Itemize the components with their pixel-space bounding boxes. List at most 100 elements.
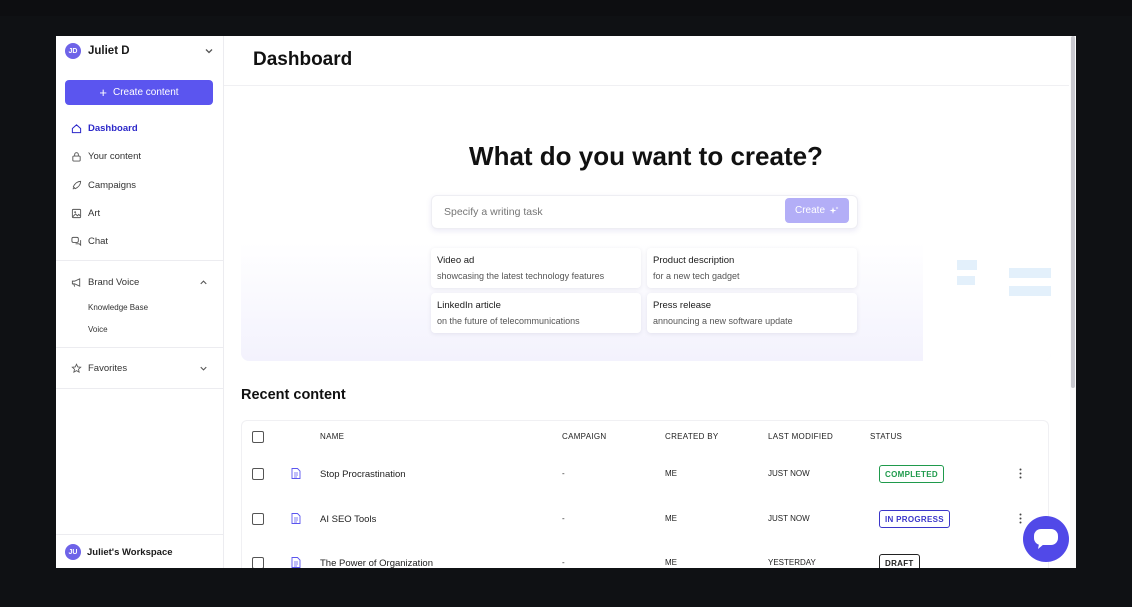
window-frame-top [0, 0, 1132, 16]
more-options-icon[interactable] [1019, 513, 1022, 524]
recent-content-title: Recent content [241, 387, 346, 403]
user-menu[interactable]: JD Juliet D [65, 42, 215, 60]
create-button-label: Create [794, 205, 825, 216]
row-campaign: - [562, 558, 565, 567]
sidebar-item-label: Campaigns [88, 179, 137, 191]
image-icon [71, 208, 82, 218]
suggestion-desc: for a new tech gadget [653, 271, 740, 281]
sidebar-item-label: Dashboard [88, 122, 138, 134]
illustration-block [957, 276, 975, 285]
sidebar-item-art[interactable]: Art [71, 206, 211, 220]
column-header[interactable]: CREATED BY [665, 432, 719, 441]
writing-task-input[interactable] [444, 206, 764, 218]
sidebar-item-campaigns[interactable]: Campaigns [71, 178, 211, 192]
create-content-label: Create content [112, 87, 179, 98]
sidebar-item-favorites[interactable]: Favorites [71, 361, 211, 375]
page-title: Dashboard [253, 49, 353, 70]
user-name: Juliet D [88, 45, 130, 57]
sidebar-item-chat[interactable]: Chat [71, 234, 211, 248]
row-created-by: ME [665, 558, 677, 567]
suggestion-desc: announcing a new software update [653, 316, 793, 326]
row-last-modified: JUST NOW [768, 514, 810, 523]
row-created-by: ME [665, 469, 677, 478]
prompt-box: Create [431, 195, 858, 229]
user-avatar: JD [65, 43, 81, 59]
recent-content-table: NAME CAMPAIGN CREATED BY LAST MODIFIED S… [241, 420, 1049, 568]
lock-icon [72, 151, 81, 162]
row-checkbox[interactable] [252, 557, 264, 568]
row-created-by: ME [665, 514, 677, 523]
divider [224, 85, 1069, 86]
illustration-block [957, 260, 977, 270]
workspace-avatar: JU [65, 544, 81, 560]
main-content: Dashboard What do you want to create? Cr… [224, 36, 1076, 568]
sidebar-item-label: Favorites [88, 362, 128, 374]
chat-bubble-icon [1034, 529, 1058, 549]
sidebar-item-your-content[interactable]: Your content [71, 149, 211, 163]
row-campaign: - [562, 469, 565, 478]
status-badge: IN PROGRESS [879, 510, 950, 528]
row-last-modified: JUST NOW [768, 469, 810, 478]
document-icon [291, 513, 301, 524]
scrollbar-thumb[interactable] [1071, 36, 1075, 388]
suggestion-title: Product description [653, 255, 735, 266]
row-name[interactable]: AI SEO Tools [320, 514, 376, 525]
sidebar-item-label: Art [88, 207, 101, 219]
suggestion-desc: showcasing the latest technology feature… [437, 271, 605, 281]
column-header[interactable]: STATUS [870, 432, 902, 441]
divider [56, 260, 224, 261]
star-icon [71, 362, 82, 373]
sidebar-item-brand-voice[interactable]: Brand Voice [71, 275, 211, 289]
sidebar-item-voice[interactable]: Voice [88, 325, 108, 334]
create-button[interactable]: Create [785, 198, 849, 223]
chevron-down-icon [205, 49, 213, 54]
column-header[interactable]: CAMPAIGN [562, 432, 606, 441]
hero-title: What do you want to create? [469, 141, 823, 171]
sidebar-item-label: Chat [88, 235, 109, 247]
document-icon [291, 468, 301, 479]
divider [56, 534, 224, 535]
scrollbar[interactable] [1070, 36, 1076, 568]
divider [56, 347, 224, 348]
suggestion-title: Video ad [437, 255, 475, 266]
chevron-down-icon [200, 366, 207, 371]
sidebar-item-knowledge-base[interactable]: Knowledge Base [88, 303, 148, 312]
select-all-checkbox[interactable] [252, 431, 264, 443]
divider [56, 388, 224, 389]
sidebar-item-label: Brand Voice [88, 276, 140, 288]
document-icon [291, 557, 301, 568]
status-badge: COMPLETED [879, 465, 944, 483]
row-checkbox[interactable] [252, 468, 264, 480]
rocket-icon [72, 180, 82, 189]
suggestion-card[interactable]: Video ad showcasing the latest technolog… [431, 248, 641, 288]
suggestion-card[interactable]: Press release announcing a new software … [647, 293, 857, 333]
sidebar-item-label: Your content [88, 150, 141, 162]
megaphone-icon [71, 277, 81, 287]
create-content-button[interactable]: + Create content [65, 80, 213, 105]
row-campaign: - [562, 514, 565, 523]
sidebar: JD Juliet D + Create content Dashboard Y… [56, 36, 224, 568]
plus-icon: + [99, 85, 107, 100]
hero-illustration [923, 233, 1051, 361]
suggestion-card[interactable]: LinkedIn article on the future of teleco… [431, 293, 641, 333]
home-icon [71, 123, 82, 133]
suggestion-title: Press release [653, 300, 712, 311]
illustration-block [1009, 268, 1051, 278]
app-window: JD Juliet D + Create content Dashboard Y… [56, 36, 1076, 568]
workspace-switcher[interactable]: JU Juliet's Workspace [65, 544, 173, 560]
sidebar-item-dashboard[interactable]: Dashboard [71, 121, 211, 135]
suggestion-card[interactable]: Product description for a new tech gadge… [647, 248, 857, 288]
suggestion-desc: on the future of telecommunications [437, 316, 580, 326]
row-checkbox[interactable] [252, 513, 264, 525]
column-header[interactable]: NAME [320, 432, 344, 441]
more-options-icon[interactable] [1019, 468, 1022, 479]
chat-support-button[interactable] [1023, 516, 1069, 562]
create-hero: What do you want to create? Create Video… [241, 96, 1051, 361]
chevron-up-icon [200, 279, 207, 284]
row-name[interactable]: Stop Procrastination [320, 469, 406, 480]
status-badge: DRAFT [879, 554, 920, 568]
row-last-modified: YESTERDAY [768, 558, 816, 567]
row-name[interactable]: The Power of Organization [320, 558, 433, 568]
chat-icon [71, 236, 82, 246]
column-header[interactable]: LAST MODIFIED [768, 432, 833, 441]
